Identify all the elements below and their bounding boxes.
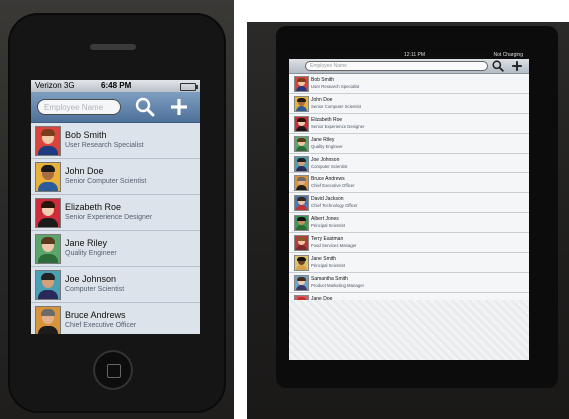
avatar [294,95,309,112]
employee-name: Bob Smith [311,77,335,83]
employee-name: Bruce Andrews [311,176,345,183]
employee-title: Senior Computer Scientist [65,178,147,185]
employee-title: Computer Scientist [65,286,125,293]
iphone-photo: Verizon 3G 6:48 PM Employee Name Bob Smi… [0,0,234,419]
earpiece-speaker [90,44,136,50]
employee-name: John Doe [65,166,104,176]
tablet-screen: 12:11 PM Not Charging Employee Name Bob … [289,52,529,360]
employee-name: Samantha Smith [311,275,348,282]
employee-row[interactable]: Terry Eastman Food Services Manager [289,233,529,254]
employee-row[interactable]: Jane Riley Quality Engineer [31,231,200,267]
tablet-employee-list: Bob Smith User Research Specialist John Do… [289,74,529,313]
avatar [294,195,309,212]
employee-row[interactable]: Jane Smith Principal Scientist [289,253,529,273]
employee-row[interactable]: Albert Jones Principal Scientist [289,213,529,234]
employee-title: Computer Scientist [311,163,348,169]
employee-title: Chief Executive Officer [311,183,355,189]
employee-search-input[interactable]: Employee Name [37,99,121,115]
employee-name: Bruce Andrews [65,310,126,320]
employee-row[interactable]: Jane Riley Quality Engineer [289,133,529,154]
avatar [35,198,61,228]
employee-name: Albert Jones [311,216,339,223]
employee-name: Elizabeth Roe [65,202,122,212]
avatar [35,162,61,192]
employee-row[interactable]: John Doe Senior Computer Scientist [31,159,200,195]
add-employee-icon[interactable] [169,97,189,117]
employee-title: Senior Experience Designer [65,214,153,221]
employee-row[interactable]: Samantha Smith Product Marketing Manager [289,272,529,293]
employee-title: Quality Engineer [65,250,117,257]
tablet-status-time: 12:11 PM [404,52,426,58]
employee-name: Bob Smith [65,130,107,140]
employee-name: Joe Johnson [65,274,117,284]
avatar [294,175,309,192]
employee-title: Principal Scientist [311,263,345,269]
tablet-nav-bar: Employee Name [289,59,529,74]
employee-title: Chief Technology Officer [311,203,358,209]
avatar [294,115,309,132]
nav-bar: Employee Name [31,92,200,123]
avatar [294,155,309,172]
employee-name: John Doe [311,96,333,103]
employee-title: Food Services Manager [311,243,357,249]
employee-row[interactable]: John Doe Senior Computer Scientist [289,93,529,114]
employee-title: Quality Engineer [311,143,343,149]
employee-title: Senior Experience Designer [311,123,365,129]
employee-name: Elizabeth Roe [311,116,343,123]
search-icon[interactable] [135,97,155,117]
employee-title: Senior Computer Scientist [311,103,361,109]
employee-name: Terry Eastman [311,236,344,243]
avatar [294,274,309,291]
tablet-employee-search-input[interactable]: Employee Name [305,61,488,71]
employee-title: User Research Specialist [65,142,144,149]
employee-row[interactable]: Joe Johnson Computer Scientist [31,267,200,303]
employee-row[interactable]: Bruce Andrews Chief Executive Officer [289,173,529,194]
battery-icon [180,83,198,91]
employee-name: Jane Smith [311,256,337,263]
employee-row[interactable]: Bruce Andrews Chief Executive Officer [31,303,200,334]
home-button[interactable] [95,352,131,388]
employee-list: Bob Smith User Research Specialist John Do… [31,123,200,334]
phone-screen: Verizon 3G 6:48 PM Employee Name Bob Smi… [31,80,200,334]
avatar [294,76,309,92]
battery-status: Not Charging [493,52,523,58]
employee-title: Principal Scientist [311,223,345,229]
employee-row[interactable]: Elizabeth Roe Senior Experience Designer [289,113,529,134]
avatar [35,270,61,300]
employee-name: Jane Riley [65,238,108,248]
avatar [294,255,309,272]
tablet-search-icon[interactable] [492,60,504,72]
employee-row[interactable]: Bob Smith User Research Specialist [289,74,529,94]
empty-list-area [289,300,529,360]
avatar [294,215,309,232]
avatar [35,126,61,156]
tablet-status-bar: 12:11 PM Not Charging [289,52,529,59]
home-square-icon [107,364,121,378]
status-bar: Verizon 3G 6:48 PM [31,80,200,92]
employee-row[interactable]: Bob Smith User Research Specialist [31,123,200,159]
status-time: 6:48 PM [101,81,132,90]
employee-name: David Jackson [311,196,344,203]
employee-title: User Research Specialist [311,84,360,89]
avatar [294,235,309,252]
employee-name: Jane Riley [311,136,335,143]
employee-row[interactable]: Elizabeth Roe Senior Experience Designer [31,195,200,231]
carrier-label: Verizon 3G [35,81,75,90]
employee-row[interactable]: Joe Johnson Computer Scientist [289,153,529,174]
tablet-add-employee-icon[interactable] [511,60,523,72]
avatar [35,306,61,334]
employee-row[interactable]: David Jackson Chief Technology Officer [289,193,529,214]
avatar [294,135,309,152]
avatar [35,234,61,264]
employee-name: Joe Johnson [311,156,340,163]
employee-title: Chief Executive Officer [65,322,137,329]
employee-title: Product Marketing Manager [311,282,365,288]
